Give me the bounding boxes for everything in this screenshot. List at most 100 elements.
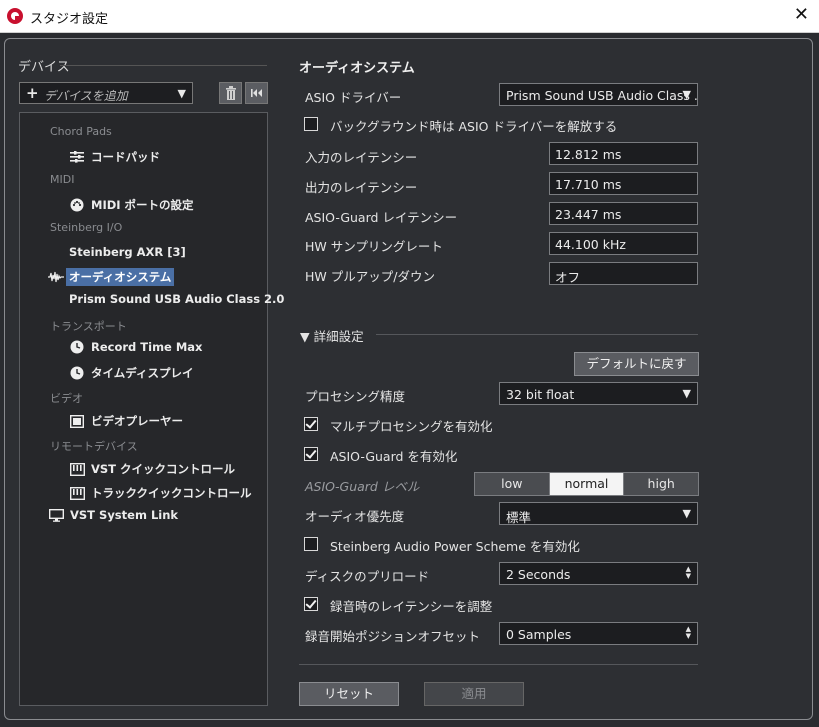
cubase-logo-icon <box>7 8 23 24</box>
asio-guard-level-segmented[interactable]: low normal high <box>474 472 699 496</box>
tree-item-prism-sound[interactable]: Prism Sound USB Audio Class 2.0 <box>69 292 284 306</box>
title-bar: スタジオ設定 ✕ <box>0 0 819 33</box>
audio-priority-label: オーディオ優先度 <box>305 509 405 524</box>
asio-driver-label: ASIO ドライバー <box>305 90 402 105</box>
hw-pullup-field: オフ <box>549 262 698 285</box>
multiprocessing-label: マルチプロセシングを有効化 <box>330 419 493 434</box>
spinner-arrows-icon: ▲ ▼ <box>685 625 691 640</box>
adjust-latency-label: 録音時のレイテンシーを調整 <box>330 599 493 614</box>
disk-preload-label: ディスクのプリロード <box>305 569 430 584</box>
tree-item-steinberg-axr[interactable]: Steinberg AXR [3] <box>69 245 186 259</box>
power-scheme-checkbox[interactable] <box>304 537 318 551</box>
tree-item-video-player[interactable]: ビデオプレーヤー <box>69 413 183 429</box>
tree-item-label: オーディオシステム <box>66 268 175 286</box>
precision-value: 32 bit float <box>506 387 575 402</box>
record-offset-label: 録音開始ポジションオフセット <box>305 629 481 644</box>
tree-category-transport: トランスポート <box>50 320 127 333</box>
asio-guard-latency-value: 23.447 ms <box>555 207 622 222</box>
tree-item-vst-system-link[interactable]: VST System Link <box>48 508 178 522</box>
tree-category-steinberg-io: Steinberg I/O <box>50 221 123 234</box>
apply-button[interactable]: 適用 <box>424 682 524 706</box>
audio-priority-select[interactable]: 標準 ▼ <box>499 502 698 525</box>
hw-sample-rate-field: 44.100 kHz <box>549 232 698 255</box>
tree-item-time-display[interactable]: タイムディスプレイ <box>69 365 193 381</box>
disk-preload-stepper[interactable]: 2 Seconds ▲ ▼ <box>499 562 698 585</box>
delete-device-button[interactable] <box>219 82 242 104</box>
asio-guard-level-label: ASIO-Guard レベル <box>305 479 420 494</box>
tree-item-track-quick-control[interactable]: トラッククイックコントロール <box>69 485 252 501</box>
level-normal-option[interactable]: normal <box>548 473 624 495</box>
reset-device-button[interactable] <box>245 82 268 104</box>
multiprocessing-checkbox[interactable] <box>304 417 318 431</box>
dropdown-arrow-icon: ▼ <box>682 88 691 101</box>
window-title: スタジオ設定 <box>30 12 109 27</box>
clock-icon <box>69 366 85 380</box>
tree-category-remote: リモートデバイス <box>50 440 138 453</box>
tree-item-chord-pad[interactable]: コードパッド <box>69 149 160 165</box>
input-latency-field: 12.812 ms <box>549 142 698 165</box>
tree-item-label: VST クイックコントロール <box>91 462 236 476</box>
power-scheme-label: Steinberg Audio Power Scheme を有効化 <box>330 539 580 554</box>
dropdown-arrow-icon: ▼ <box>682 507 691 520</box>
advanced-settings-toggle[interactable]: ▼ 詳細設定 <box>300 326 364 345</box>
tree-item-label: ビデオプレーヤー <box>91 414 183 428</box>
asio-guard-checkbox[interactable] <box>304 447 318 461</box>
tree-item-vst-quick-control[interactable]: VST クイックコントロール <box>69 461 235 477</box>
tree-item-record-time-max[interactable]: Record Time Max <box>69 340 202 354</box>
tree-item-label: MIDI ポートの設定 <box>91 198 194 212</box>
reset-default-button[interactable]: デフォルトに戻す <box>574 352 699 376</box>
reset-button[interactable]: リセット <box>299 682 399 706</box>
add-device-label: デバイスを追加 <box>44 89 128 103</box>
hw-sample-rate-label: HW サンプリングレート <box>305 239 443 254</box>
output-latency-value: 17.710 ms <box>555 177 622 192</box>
level-high-option[interactable]: high <box>623 473 699 495</box>
close-button[interactable]: ✕ <box>794 4 809 26</box>
tree-category-midi: MIDI <box>50 173 75 186</box>
tree-item-label: コードパッド <box>91 150 160 164</box>
trash-icon <box>225 86 236 100</box>
hw-pullup-value: オフ <box>555 270 581 285</box>
tree-category-video: ビデオ <box>50 392 83 405</box>
input-latency-value: 12.812 ms <box>555 147 622 162</box>
dropdown-arrow-icon: ▼ <box>682 387 691 400</box>
plus-icon: + <box>26 84 39 102</box>
release-driver-checkbox[interactable] <box>304 117 318 131</box>
sliders-icon <box>69 150 85 164</box>
clock-icon <box>69 340 85 354</box>
output-latency-label: 出力のレイテンシー <box>305 180 418 195</box>
asio-driver-select[interactable]: Prism Sound USB Audio Class . ▼ <box>499 83 698 106</box>
rewind-icon <box>250 89 262 97</box>
audio-priority-value: 標準 <box>506 510 532 525</box>
asio-driver-value: Prism Sound USB Audio Class . <box>506 88 698 103</box>
tree-item-label: Steinberg AXR [3] <box>69 245 186 259</box>
waveform-icon <box>48 270 64 284</box>
tree-item-label: トラッククイックコントロール <box>91 486 252 500</box>
output-latency-field: 17.710 ms <box>549 172 698 195</box>
tree-item-label: Prism Sound USB Audio Class 2.0 <box>69 292 285 306</box>
input-latency-label: 入力のレイテンシー <box>305 150 418 165</box>
advanced-divider <box>376 334 698 335</box>
asio-guard-latency-label: ASIO-Guard レイテンシー <box>305 210 458 225</box>
precision-select[interactable]: 32 bit float ▼ <box>499 382 698 405</box>
midi-port-icon <box>69 198 85 212</box>
footer-divider <box>299 664 698 665</box>
record-offset-value: 0 Samples <box>506 627 572 642</box>
hw-pullup-label: HW プルアップ/ダウン <box>305 269 435 284</box>
tree-item-label: タイムディスプレイ <box>91 366 194 380</box>
keyboard-icon <box>69 486 85 500</box>
disk-preload-value: 2 Seconds <box>506 567 571 582</box>
asio-guard-latency-field: 23.447 ms <box>549 202 698 225</box>
tree-category-chord-pads: Chord Pads <box>50 125 112 138</box>
record-offset-stepper[interactable]: 0 Samples ▲ ▼ <box>499 622 698 645</box>
precision-label: プロセシング精度 <box>305 389 406 404</box>
dropdown-arrow-icon: ▼ <box>177 87 186 100</box>
adjust-latency-checkbox[interactable] <box>304 597 318 611</box>
devices-heading-divider <box>60 65 267 66</box>
tree-item-audio-system[interactable]: オーディオシステム <box>48 268 175 286</box>
asio-guard-label: ASIO-Guard を有効化 <box>330 449 458 464</box>
monitor-icon <box>48 508 64 522</box>
level-low-option[interactable]: low <box>475 473 549 495</box>
tree-item-label: Record Time Max <box>91 340 203 354</box>
add-device-dropdown[interactable]: + デバイスを追加 ▼ <box>19 82 193 104</box>
tree-item-midi-port[interactable]: MIDI ポートの設定 <box>69 197 194 213</box>
